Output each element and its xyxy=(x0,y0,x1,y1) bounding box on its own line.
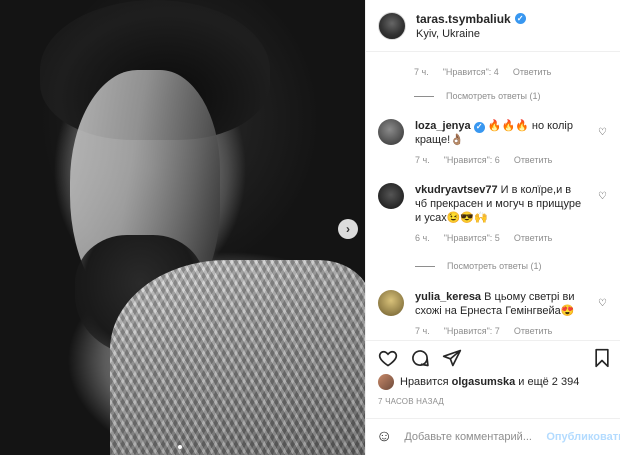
comment-body: vkudryavtsev77 И в колїре,и в чб прекрас… xyxy=(415,183,585,273)
avatar[interactable] xyxy=(378,183,404,209)
comment-body: yulia_keresa В цьому светрі ви схожі на … xyxy=(415,290,585,338)
chevron-right-icon: › xyxy=(346,222,350,236)
comment-likes[interactable]: "Нравится": 5 xyxy=(444,231,500,245)
post-photo[interactable] xyxy=(0,0,365,455)
divider xyxy=(415,265,435,267)
view-replies-label: Посмотреть ответы (1) xyxy=(446,91,541,101)
next-photo-button[interactable]: › xyxy=(338,219,358,239)
comment-item: yulia_keresa В цьому светрі ви схожі на … xyxy=(378,290,613,338)
view-replies-label: Посмотреть ответы (1) xyxy=(447,261,542,271)
avatar[interactable] xyxy=(378,119,404,145)
post-header: taras.tsymbaliuk ✓ Kyiv, Ukraine xyxy=(366,0,620,52)
action-bar xyxy=(366,340,620,374)
reply-button[interactable]: Ответить xyxy=(514,153,552,167)
comment-time: 7 ч. xyxy=(415,155,430,165)
avatar[interactable] xyxy=(378,374,394,390)
comment-meta: 7 ч. "Нравится": 7 Ответить xyxy=(415,324,585,338)
post-location[interactable]: Kyiv, Ukraine xyxy=(416,28,526,40)
likes-user[interactable]: olgasumska xyxy=(452,376,516,388)
reply-button[interactable]: Ответить xyxy=(513,67,551,77)
likes-summary: Нравится olgasumska и ещё 2 394 xyxy=(378,374,579,390)
reply-button[interactable]: Ответить xyxy=(514,231,552,245)
likes-count[interactable]: и ещё 2 394 xyxy=(518,376,579,388)
comment-likes[interactable]: "Нравится": 4 xyxy=(443,67,499,77)
avatar[interactable] xyxy=(378,290,404,316)
comment-time: 7 ч. xyxy=(414,67,429,77)
comment-username[interactable]: loza_jenya xyxy=(415,120,471,132)
view-replies[interactable]: Посмотреть ответы (1) xyxy=(415,259,585,273)
view-replies[interactable]: Посмотреть ответы (1) xyxy=(414,91,541,101)
verified-badge-icon: ✓ xyxy=(514,13,526,24)
avatar[interactable] xyxy=(378,11,406,40)
post-panel: taras.tsymbaliuk ✓ Kyiv, Ukraine 7 ч. "Н… xyxy=(365,0,620,455)
comment-username[interactable]: vkudryavtsev77 xyxy=(415,184,498,196)
comment-time: 7 ч. xyxy=(415,326,430,336)
heart-icon[interactable]: ♡ xyxy=(598,191,607,202)
comment-meta: 7 ч. "Нравится": 4 Ответить xyxy=(414,67,551,77)
author-username[interactable]: taras.tsymbaliuk xyxy=(416,12,511,26)
smile-icon[interactable]: ☺ xyxy=(376,428,392,446)
reply-button[interactable]: Ответить xyxy=(514,324,552,338)
carousel-dot xyxy=(178,445,182,449)
comment-time: 6 ч. xyxy=(415,233,430,243)
comment-input[interactable] xyxy=(404,431,545,443)
add-comment-bar: ☺ Опубликовать xyxy=(366,418,620,455)
comment-icon[interactable] xyxy=(410,348,430,368)
heart-icon[interactable]: ♡ xyxy=(598,298,607,309)
photo-sweater xyxy=(110,260,365,455)
divider xyxy=(414,95,434,97)
share-icon[interactable] xyxy=(442,348,462,368)
comments-list[interactable]: 7 ч. "Нравится": 4 Ответить Посмотреть о… xyxy=(366,53,620,340)
comment-item: loza_jenya ✓ 🔥🔥🔥 но колір краще!👌🏽 7 ч. … xyxy=(378,119,613,167)
author-username-row: taras.tsymbaliuk ✓ xyxy=(416,12,526,26)
comment-item: vkudryavtsev77 И в колїре,и в чб прекрас… xyxy=(378,183,613,273)
publish-button[interactable]: Опубликовать xyxy=(546,431,620,443)
bookmark-icon[interactable] xyxy=(592,348,612,368)
comment-username[interactable]: yulia_keresa xyxy=(415,291,481,303)
comment-likes[interactable]: "Нравится": 7 xyxy=(444,324,500,338)
comment-meta: 6 ч. "Нравится": 5 Ответить xyxy=(415,231,585,245)
comment-body: loza_jenya ✓ 🔥🔥🔥 но колір краще!👌🏽 7 ч. … xyxy=(415,119,585,167)
heart-icon[interactable] xyxy=(378,348,398,368)
heart-icon[interactable]: ♡ xyxy=(598,127,607,138)
verified-badge-icon: ✓ xyxy=(473,121,485,133)
comment-likes[interactable]: "Нравится": 6 xyxy=(444,153,500,167)
likes-prefix: Нравится xyxy=(400,376,449,388)
comment-meta: 7 ч. "Нравится": 6 Ответить xyxy=(415,153,585,167)
post-time[interactable]: 7 ЧАСОВ НАЗАД xyxy=(378,397,444,406)
header-text: taras.tsymbaliuk ✓ Kyiv, Ukraine xyxy=(416,12,526,40)
